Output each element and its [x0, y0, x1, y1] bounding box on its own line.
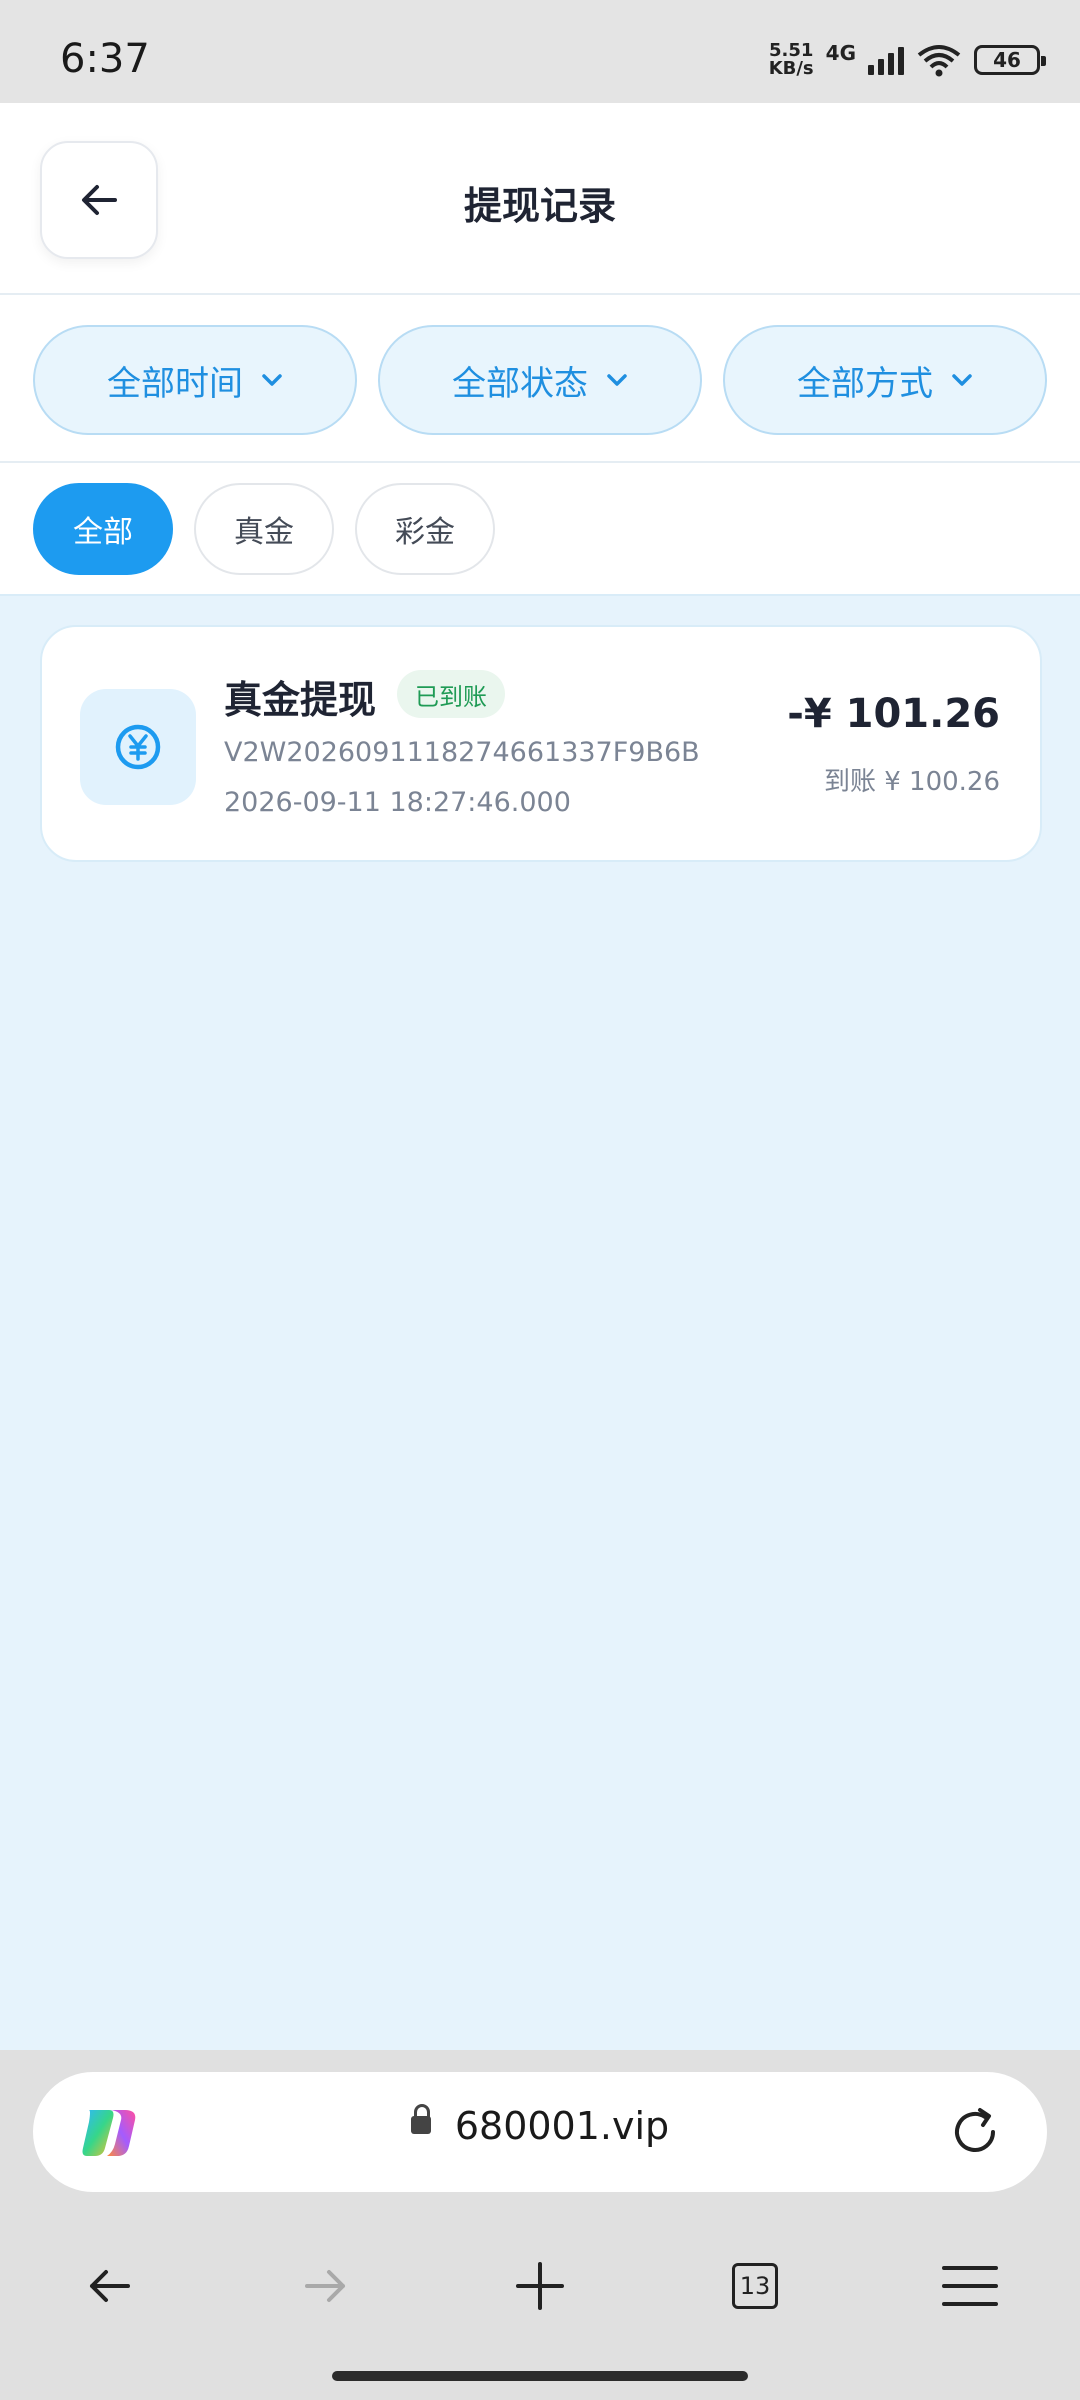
tab-switcher-button[interactable]: 13: [715, 2246, 795, 2326]
plus-icon: [516, 2262, 564, 2310]
battery-icon: 46: [974, 45, 1046, 75]
signal-icon: [868, 45, 904, 75]
tab-bonus[interactable]: 彩金: [355, 483, 495, 575]
status-icons: 5.51 KB/s 4G 46: [768, 38, 1046, 82]
status-badge: 已到账: [397, 670, 505, 718]
status-bar: 6:37 5.51 KB/s 4G 46: [0, 0, 1080, 103]
address-bar[interactable]: 680001.vip: [33, 2072, 1047, 2192]
filter-status-dropdown[interactable]: 全部状态: [378, 325, 702, 435]
filter-time-dropdown[interactable]: 全部时间: [33, 325, 357, 435]
network-type: 4G: [825, 41, 856, 65]
status-time: 6:37: [60, 36, 150, 82]
arrow-right-icon: [305, 2270, 345, 2302]
record-time: 2026-09-11 18:27:46.000: [224, 787, 571, 818]
page-header: 提现记录: [0, 103, 1080, 295]
category-tabs: 全部 真金 彩金: [0, 463, 1080, 596]
url-text[interactable]: 680001.vip: [33, 2103, 1047, 2148]
tab-all[interactable]: 全部: [33, 483, 173, 575]
lock-icon: [410, 2103, 431, 2134]
reload-icon[interactable]: [947, 2104, 1003, 2160]
yen-coin-icon: [115, 724, 161, 770]
wifi-icon: [917, 45, 961, 77]
menu-icon: [942, 2266, 998, 2306]
browser-back-button[interactable]: [70, 2246, 150, 2326]
chevron-down-icon: [262, 374, 282, 386]
record-title: 真金提现: [224, 678, 377, 722]
record-order-id: V2W2026091118274661337F9B6B: [224, 737, 700, 768]
tab-real-money[interactable]: 真金: [194, 483, 334, 575]
filter-method-dropdown[interactable]: 全部方式: [723, 325, 1047, 435]
filter-bar: 全部时间 全部状态 全部方式: [0, 295, 1080, 463]
chevron-down-icon: [607, 374, 627, 386]
browser-menu-button[interactable]: [930, 2246, 1010, 2326]
page-title: 提现记录: [463, 184, 616, 228]
tab-count-icon: 13: [732, 2263, 778, 2309]
withdrawal-record-card[interactable]: 真金提现 已到账 V2W2026091118274661337F9B6B 202…: [40, 625, 1042, 862]
network-speed: 5.51 KB/s: [768, 40, 814, 79]
browser-nav-row: 13: [0, 2246, 1080, 2326]
arrow-left-icon: [90, 2270, 130, 2302]
new-tab-button[interactable]: [500, 2246, 580, 2326]
browser-toolbar: 680001.vip 13: [0, 2050, 1080, 2400]
home-indicator[interactable]: [332, 2371, 748, 2381]
chevron-down-icon: [952, 374, 972, 386]
record-amount: -¥ 101.26: [787, 691, 1000, 737]
record-icon-box: [80, 689, 196, 805]
record-received-amount: 到账 ¥ 100.26: [823, 767, 1000, 797]
browser-forward-button[interactable]: [285, 2246, 365, 2326]
